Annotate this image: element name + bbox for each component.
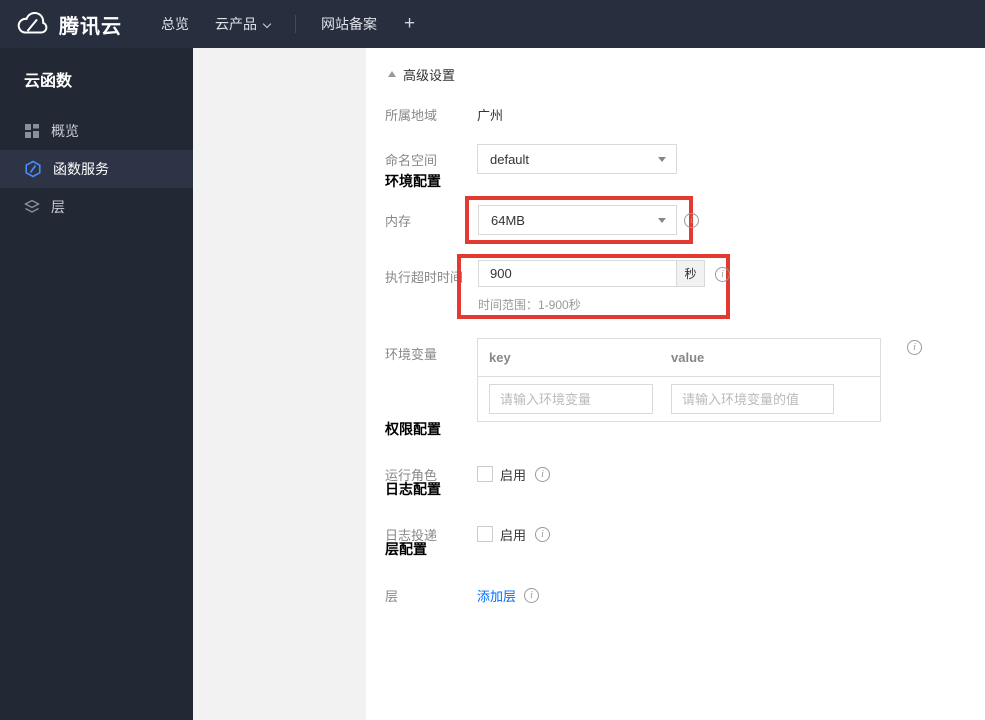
env-value-header: value: [671, 350, 705, 365]
namespace-selected-value: default: [490, 151, 530, 167]
namespace-select[interactable]: default: [477, 144, 677, 174]
run-role-info-icon[interactable]: i: [535, 466, 551, 482]
sidebar: 云函数 概览 函数服务 层: [0, 48, 193, 720]
run-role-row: 运行角色 启用 i: [385, 466, 985, 483]
env-key-input[interactable]: [489, 384, 653, 414]
nav-cloud-products-label: 云产品: [215, 16, 257, 32]
section-permission-config: 权限配置: [385, 421, 441, 437]
sidebar-item-overview[interactable]: 概览: [0, 112, 193, 150]
region-value: 广州: [477, 108, 504, 123]
log-delivery-info-icon[interactable]: i: [535, 526, 551, 542]
nav-cloud-products[interactable]: 云产品: [202, 0, 283, 48]
section-log-config: 日志配置: [385, 481, 441, 497]
advanced-settings-label: 高级设置: [403, 67, 456, 83]
timeout-input[interactable]: [479, 261, 676, 286]
tencent-cloud-logo[interactable]: 腾讯云: [0, 10, 122, 39]
timeout-hint: 时间范围：1-900秒: [478, 298, 581, 312]
env-vars-table: key value: [477, 338, 881, 422]
env-vars-info-icon[interactable]: i: [907, 340, 922, 355]
memory-annotation-box: 64MB: [465, 196, 693, 244]
env-value-input[interactable]: [671, 384, 834, 414]
logo-text: 腾讯云: [59, 15, 122, 38]
memory-row: 内存 64MB i: [385, 196, 985, 244]
chevron-down-icon: [262, 19, 272, 29]
sidebar-title: 云函数: [24, 73, 73, 90]
grid-icon: [24, 123, 40, 139]
timeout-info-icon[interactable]: i: [715, 267, 730, 282]
memory-info-icon[interactable]: i: [684, 212, 699, 228]
nav-icp-filing[interactable]: 网站备案: [308, 0, 390, 48]
region-row: 所属地域 广州: [385, 107, 985, 123]
env-key-header: key: [489, 350, 511, 365]
section-env-config: 环境配置: [385, 173, 441, 189]
cloud-logo-icon: [17, 12, 48, 34]
region-label: 所属地域: [385, 108, 438, 123]
namespace-label: 命名空间: [385, 152, 438, 168]
topbar: 腾讯云 总览 云产品 网站备案 +: [0, 0, 985, 48]
sidebar-item-label: 概览: [51, 123, 79, 139]
run-role-checkbox[interactable]: [477, 466, 493, 482]
secondary-panel: [193, 48, 366, 720]
timeout-annotation-box: 秒 时间范围：1-900秒 i: [457, 254, 730, 319]
env-vars-row: 环境变量 key value i: [385, 338, 985, 422]
env-vars-header: key value: [478, 339, 880, 377]
log-delivery-row: 日志投递 启用 i: [385, 526, 985, 543]
run-role-enable-label: 启用: [500, 467, 527, 483]
collapse-triangle-icon: [388, 71, 396, 77]
memory-label: 内存: [385, 213, 412, 229]
top-navigation: 总览 云产品 网站备案 +: [148, 0, 429, 48]
layer-row: 层 添加层 i: [385, 586, 985, 605]
env-vars-label: 环境变量: [385, 347, 438, 362]
section-layer-config: 层配置: [385, 541, 427, 557]
env-vars-input-row: [478, 377, 880, 421]
dropdown-caret-icon: [658, 217, 666, 223]
add-layer-link[interactable]: 添加层: [477, 586, 516, 605]
dropdown-caret-icon: [658, 156, 666, 162]
add-layer-info-icon[interactable]: i: [524, 587, 540, 603]
sidebar-item-label: 层: [51, 199, 65, 215]
timeout-row: 执行超时时间 秒 时间范围：1-900秒 i: [385, 254, 985, 319]
timeout-input-group: 秒: [478, 260, 705, 287]
sidebar-item-layers[interactable]: 层: [0, 188, 193, 226]
layer-label: 层: [385, 588, 399, 604]
function-hexagon-icon: [24, 160, 42, 178]
sidebar-item-function-service[interactable]: 函数服务: [0, 150, 193, 188]
log-delivery-enable-label: 启用: [500, 527, 527, 543]
layers-icon: [24, 199, 40, 215]
sidebar-item-label: 函数服务: [53, 161, 109, 177]
log-delivery-checkbox[interactable]: [477, 526, 493, 542]
nav-overview[interactable]: 总览: [148, 0, 202, 48]
timeout-unit-button[interactable]: 秒: [676, 261, 704, 286]
main-content: 高级设置 所属地域 广州 命名空间 default 环境配置 内存 64MB i: [366, 48, 985, 720]
advanced-settings-toggle[interactable]: 高级设置: [388, 67, 985, 83]
namespace-row: 命名空间 default: [385, 144, 985, 174]
memory-selected-value: 64MB: [491, 212, 525, 228]
nav-divider: [295, 15, 296, 33]
memory-select[interactable]: 64MB: [478, 205, 677, 235]
add-tab-button[interactable]: +: [390, 13, 429, 35]
